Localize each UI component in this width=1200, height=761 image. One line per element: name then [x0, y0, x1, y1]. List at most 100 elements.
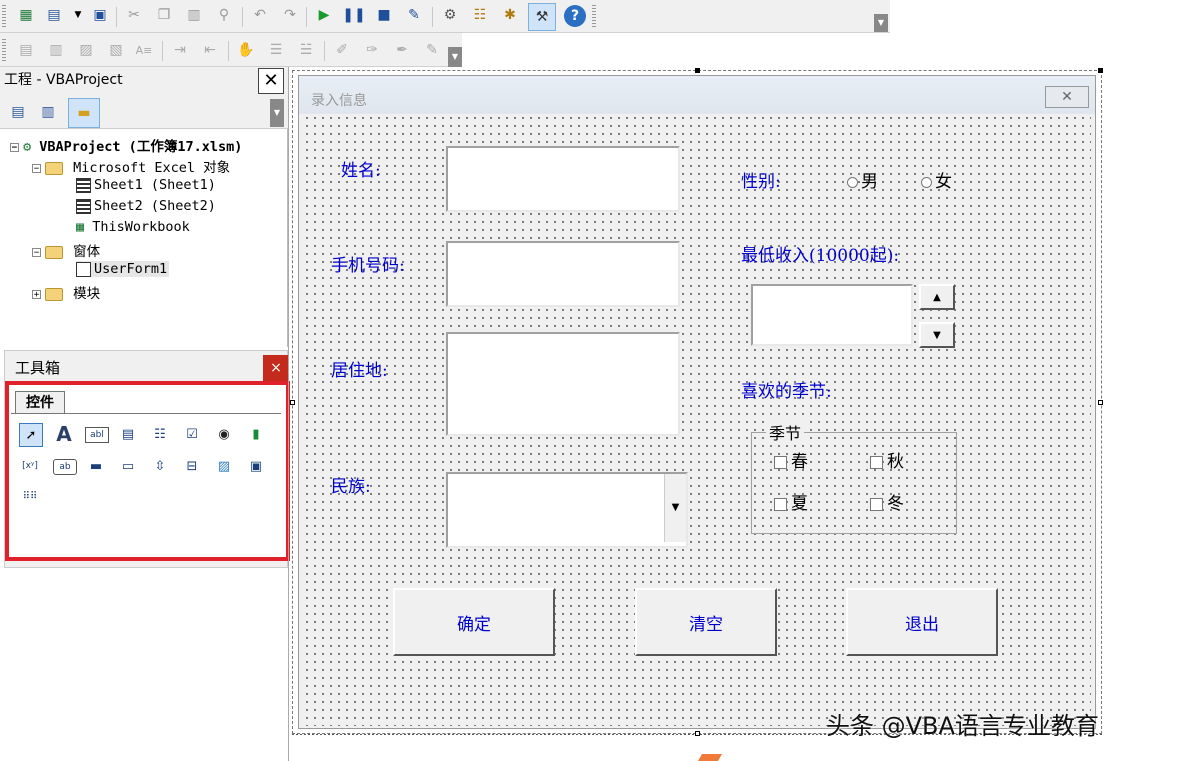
close-icon[interactable]: ✕ — [258, 68, 284, 94]
combobox-icon[interactable]: ▤ — [117, 423, 139, 445]
design-mode-icon[interactable]: ✎ — [404, 5, 424, 25]
income-textbox[interactable] — [751, 284, 913, 346]
previous-bookmark-icon[interactable]: ✒ — [392, 40, 412, 60]
toggle-folders-icon[interactable]: ▬ — [68, 98, 100, 128]
resize-handle[interactable] — [695, 68, 700, 73]
userform[interactable]: 录入信息 ✕ 姓名: 手机号码: 居住地: 民族: ▼ 性别: 男 女 最低收入… — [298, 75, 1096, 729]
object-browser-icon[interactable]: ✱ — [500, 5, 520, 25]
cut-icon[interactable]: ✂ — [124, 5, 144, 25]
resize-handle[interactable] — [695, 731, 700, 736]
expand-icon[interactable]: + — [32, 289, 41, 299]
pane-scroll-icon[interactable]: ▼ — [270, 99, 284, 127]
spin-down-icon[interactable]: ▼ — [919, 322, 955, 348]
name-textbox[interactable] — [446, 146, 680, 212]
multipage-icon[interactable]: ▭ — [117, 455, 139, 477]
pane-divider[interactable] — [288, 67, 289, 761]
tree-sheet2[interactable]: Sheet2 (Sheet2) — [76, 198, 216, 214]
stop-icon[interactable]: ■ — [374, 5, 394, 25]
collapse-icon[interactable]: − — [32, 247, 41, 257]
resize-handle[interactable] — [290, 400, 295, 405]
scrollbar-icon[interactable]: ⇳ — [149, 455, 171, 477]
help-icon[interactable]: ? — [564, 5, 586, 27]
ethnicity-combobox[interactable]: ▼ — [446, 472, 688, 548]
find-icon[interactable]: ⚲ — [214, 5, 234, 25]
phone-textbox[interactable] — [446, 241, 680, 307]
female-option[interactable]: 女 — [921, 167, 952, 192]
ok-button[interactable]: 确定 — [393, 588, 555, 656]
tree-modules[interactable]: + 模块 — [32, 282, 100, 302]
clear-button[interactable]: 清空 — [635, 588, 777, 656]
pause-icon[interactable]: ❚❚ — [342, 5, 365, 25]
toolbox-icon[interactable]: ⚒ — [528, 3, 556, 31]
tree-forms[interactable]: − 窗体 — [32, 240, 100, 260]
toggle-breakpoint-icon[interactable]: ✋ — [236, 40, 256, 60]
comment-block-icon[interactable]: ☰ — [266, 40, 286, 60]
indent-icon[interactable]: ⇥ — [170, 40, 190, 60]
dropdown-arrow-icon[interactable]: ▼ — [68, 5, 88, 25]
tabstrip-icon[interactable]: ▬ — [85, 455, 107, 477]
male-option[interactable]: 男 — [847, 167, 878, 192]
save-icon[interactable]: ▣ — [90, 5, 110, 25]
textbox-icon[interactable]: abl — [85, 427, 109, 443]
image-icon[interactable]: ▨ — [213, 455, 235, 477]
season-frame[interactable]: 季节 春 秋 夏 冬 — [751, 420, 957, 534]
label-icon[interactable]: A — [53, 422, 75, 446]
resize-handle[interactable] — [1098, 400, 1103, 405]
paste-icon[interactable]: ▥ — [184, 5, 204, 25]
pointer-icon[interactable]: ➚ — [19, 423, 43, 447]
resize-handle[interactable] — [1098, 68, 1103, 73]
listbox-icon[interactable]: ☷ — [149, 423, 171, 445]
toolbar-grip[interactable] — [2, 5, 6, 27]
redo-icon[interactable]: ↷ — [280, 5, 300, 25]
toolbar-options-icon[interactable]: ▼ — [874, 14, 888, 32]
tree-userform[interactable]: UserForm1 — [76, 261, 170, 277]
more-controls-icon[interactable]: ⠿⠿ — [19, 485, 41, 507]
uncomment-block-icon[interactable]: ☱ — [296, 40, 316, 60]
undo-icon[interactable]: ↶ — [250, 5, 270, 25]
summer-checkbox[interactable]: 夏 — [774, 489, 808, 514]
frame-icon[interactable]: [xʸ] — [19, 455, 41, 477]
toggle-bookmark-icon[interactable]: ✐ — [332, 40, 352, 60]
exit-button[interactable]: 退出 — [846, 588, 998, 656]
outdent-icon[interactable]: ⇤ — [200, 40, 220, 60]
next-bookmark-icon[interactable]: ✑ — [362, 40, 382, 60]
collapse-icon[interactable]: − — [32, 163, 41, 173]
refedit-icon[interactable]: ▣ — [245, 455, 267, 477]
list-properties-icon[interactable]: ▤ — [16, 40, 36, 60]
checkbox-icon[interactable]: ☑ — [181, 423, 203, 445]
clear-bookmarks-icon[interactable]: ✎ — [422, 40, 442, 60]
copy-icon[interactable]: ❐ — [154, 5, 174, 25]
tree-excel-objects[interactable]: − Microsoft Excel 对象 — [32, 156, 230, 176]
toolbar-options-icon[interactable]: ▼ — [448, 47, 462, 67]
quick-info-icon[interactable]: ▨ — [76, 40, 96, 60]
parameter-info-icon[interactable]: ▧ — [106, 40, 126, 60]
winter-checkbox[interactable]: 冬 — [870, 489, 904, 514]
complete-word-icon[interactable]: A≡ — [134, 40, 154, 60]
spring-checkbox[interactable]: 春 — [774, 447, 808, 472]
tree-sheet1[interactable]: Sheet1 (Sheet1) — [76, 177, 216, 193]
properties-icon[interactable]: ☷ — [470, 5, 490, 25]
view-object-icon[interactable]: ▥ — [38, 102, 58, 122]
spin-up-icon[interactable]: ▲ — [919, 284, 955, 310]
list-constants-icon[interactable]: ▥ — [46, 40, 66, 60]
tree-workbook[interactable]: ▦ ThisWorkbook — [76, 219, 190, 235]
insert-userform-icon[interactable]: ▤ — [44, 5, 64, 25]
close-icon[interactable]: ✕ — [1045, 86, 1089, 108]
togglebutton-icon[interactable]: ▮ — [245, 423, 267, 445]
commandbutton-icon[interactable]: ab — [53, 459, 77, 475]
excel-icon[interactable]: ▦ — [16, 5, 36, 25]
collapse-icon[interactable]: − — [10, 142, 19, 152]
income-spinbutton[interactable]: ▲ ▼ — [919, 284, 955, 348]
view-code-icon[interactable]: ▤ — [8, 102, 28, 122]
tab-controls[interactable]: 控件 — [15, 391, 65, 413]
address-textbox[interactable] — [446, 332, 680, 436]
close-icon[interactable]: × — [263, 355, 289, 381]
dropdown-arrow-icon[interactable]: ▼ — [664, 474, 686, 542]
project-explorer-icon[interactable]: ⚙ — [440, 5, 460, 25]
autumn-checkbox[interactable]: 秋 — [870, 447, 904, 472]
spinbutton-icon[interactable]: ⊟ — [181, 455, 203, 477]
optionbutton-icon[interactable]: ◉ — [213, 423, 235, 445]
form-title-bar[interactable]: 录入信息 ✕ — [299, 76, 1095, 114]
run-icon[interactable]: ▶ — [314, 5, 334, 25]
tree-root[interactable]: − ⚙ VBAProject (工作簿17.xlsm) — [10, 135, 242, 155]
